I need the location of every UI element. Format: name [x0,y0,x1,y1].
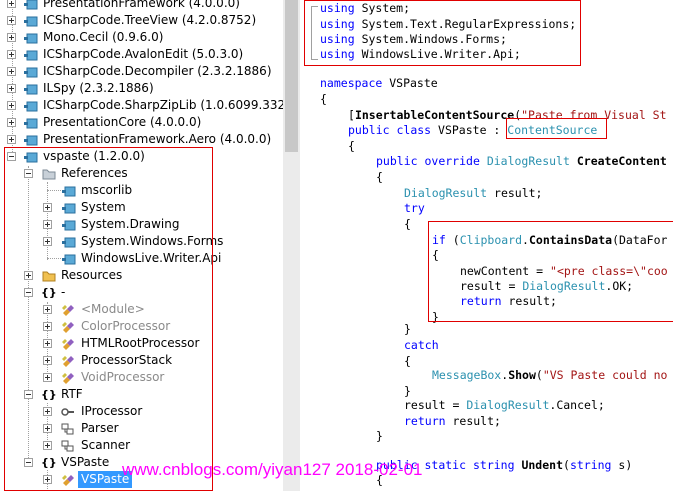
code-line: } [404,322,411,336]
expand-icon[interactable] [7,135,16,144]
tree-item-label: PresentationCore (4.0.0.0) [43,115,202,129]
highlight-box [428,221,673,322]
expand-icon[interactable] [7,33,16,42]
watermark-text: www.cnblogs.com/yiyan127 2018-02-01 [122,460,423,479]
expand-icon[interactable] [7,50,16,59]
code-line: namespace VSPaste [320,76,438,90]
code-line: { [376,170,383,184]
expand-icon[interactable] [7,118,16,127]
assembly-icon [24,49,38,61]
assembly-icon [24,117,38,129]
code-line: result = DialogResult.Cancel; [404,398,605,412]
expand-icon[interactable] [7,16,16,25]
assembly-icon [24,0,38,10]
tree-item-label: ICSharpCode.Decompiler (2.3.2.1886) [43,64,272,78]
code-line: { [404,354,411,368]
scrollbar-thumb[interactable] [285,0,298,152]
code-line: public override DialogResult CreateConte… [376,154,667,168]
code-line: MessageBox.Show("VS Paste could no [432,368,668,382]
highlight-box [304,0,581,66]
tree-item-label: PresentationFramework (4.0.0.0) [43,0,240,10]
code-line: try [404,201,425,215]
assembly-icon [24,15,38,27]
code-line: return result; [404,414,501,428]
tree-item-label: PresentationFramework.Aero (4.0.0.0) [43,132,272,146]
tree-item-label: ILSpy (2.3.2.1886) [43,81,154,95]
assembly-icon [24,83,38,95]
assembly-icon [24,100,38,112]
code-line: { [348,139,355,153]
tree-item-label: ICSharpCode.SharpZipLib (1.0.6099.33280) [43,98,283,112]
tree-scrollbar[interactable] [283,0,300,491]
tree-item-label: ICSharpCode.AvalonEdit (5.0.3.0) [43,47,244,61]
code-line: DialogResult result; [404,186,543,200]
highlight-box [506,118,607,139]
assembly-icon [24,66,38,78]
tree-item-label: ICSharpCode.TreeView (4.2.0.8752) [43,13,257,27]
code-editor[interactable]: using System; using System.Text.RegularE… [300,0,673,491]
highlight-box [4,147,213,491]
expand-icon[interactable] [7,67,16,76]
expand-icon[interactable] [7,101,16,110]
assembly-tree[interactable]: PresentationFramework (4.0.0.0) ICSharpC… [0,0,283,491]
code-line: catch [404,338,439,352]
expand-icon[interactable] [7,0,16,8]
expand-icon[interactable] [7,84,16,93]
code-line: { [320,92,327,106]
code-line: } [376,429,383,443]
assembly-icon [24,32,38,44]
code-line: { [404,217,411,231]
assembly-icon [24,134,38,146]
tree-item-label: Mono.Cecil (0.9.6.0) [43,30,164,44]
